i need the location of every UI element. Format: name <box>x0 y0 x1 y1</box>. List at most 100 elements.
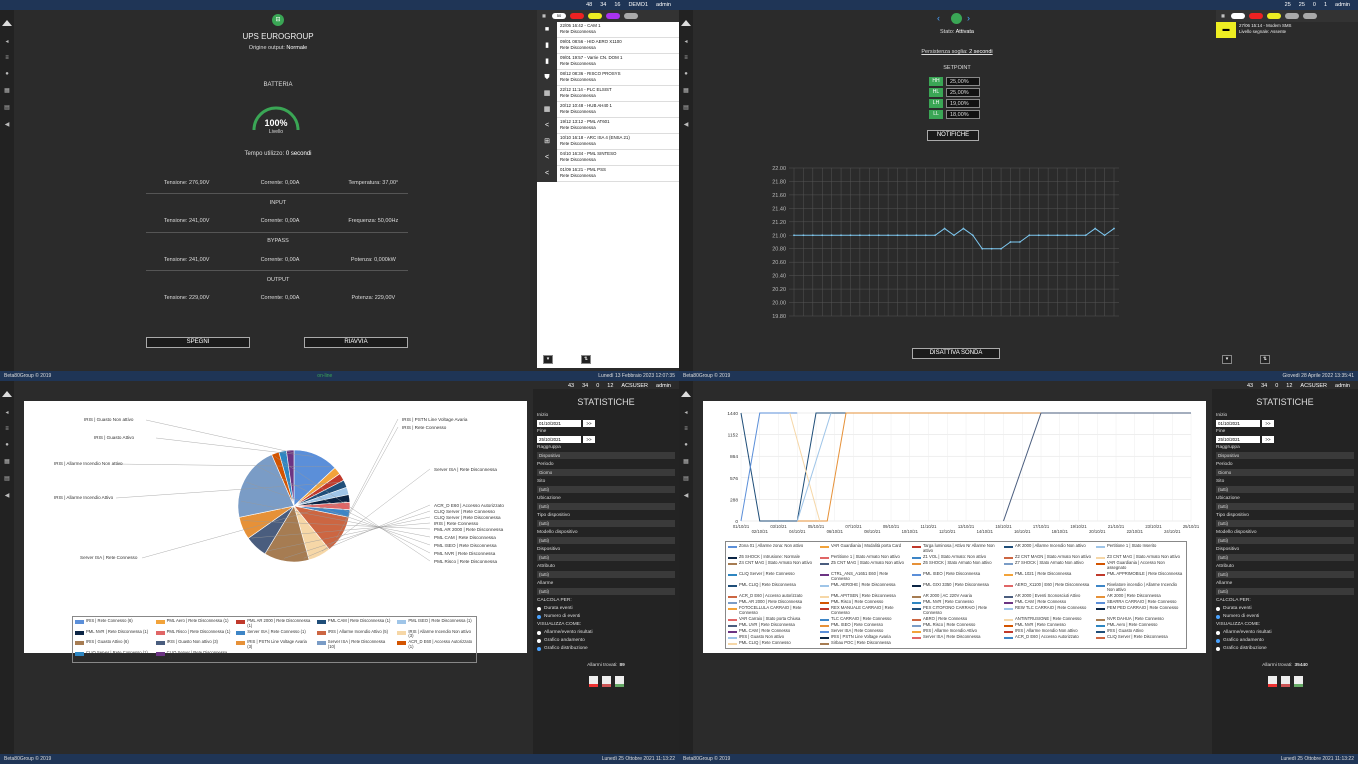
radio-view[interactable]: Grafico andamento <box>537 638 675 643</box>
list-icon[interactable]: ≡ <box>684 55 688 61</box>
camera-icon[interactable]: ● <box>684 71 688 77</box>
next-icon[interactable]: › <box>967 13 970 23</box>
filter-select[interactable]: Giorno <box>537 469 675 476</box>
tab-all[interactable]: 50 <box>552 13 566 19</box>
restart-button[interactable]: RIAVVIA <box>304 337 408 348</box>
radio-duration[interactable]: Durata eventi <box>1216 606 1354 611</box>
user-name[interactable]: DEMO1 <box>628 2 648 8</box>
end-go-button[interactable]: >> <box>1262 436 1274 443</box>
filter-icon[interactable]: ▾ <box>543 355 553 364</box>
tab-all[interactable] <box>1231 13 1245 19</box>
filter-select[interactable]: (tutti) <box>537 537 675 544</box>
print-icon[interactable] <box>601 676 611 687</box>
setpoint-value[interactable]: 18,00% <box>946 110 980 119</box>
filter-select[interactable]: (tutti) <box>1216 588 1354 595</box>
filter-select[interactable]: Dispositivo <box>1216 452 1354 459</box>
list-item[interactable]: <01/09 16:21 - PML PSS Rete Disconnessa <box>537 166 679 182</box>
setpoint-value[interactable]: 25,00% <box>946 88 980 97</box>
filter-select[interactable]: (tutti) <box>1216 486 1354 493</box>
list-item[interactable]: <04/10 16:34 - PML SINTESO Rete Disconnes… <box>537 150 679 166</box>
setpoint-value[interactable]: 25,00% <box>946 77 980 86</box>
radio-view[interactable]: Grafico distribuzione <box>537 646 675 651</box>
tab-calendar[interactable]: ▦ <box>540 13 548 19</box>
list-item[interactable]: ⛊ 08/12 08:36 - RISCO PROSYS Rete Disconne… <box>537 70 679 86</box>
list-icon[interactable]: ≡ <box>5 426 9 432</box>
back-icon[interactable]: ◀ <box>5 492 10 499</box>
back-icon[interactable]: ◀ <box>684 492 689 499</box>
grid-icon[interactable]: ▦ <box>4 458 10 465</box>
notif-count[interactable]: 25 <box>1285 2 1291 8</box>
list-item[interactable]: <19/12 13:12 - PML AT601 Rete Disconnessa <box>537 118 679 134</box>
list-item[interactable]: ▮ 09/01 19:57 - Varrie CN. DOM 1 Rete Disc… <box>537 54 679 70</box>
grid-icon[interactable]: ▦ <box>683 458 689 465</box>
filter-select[interactable]: (tutti) <box>537 503 675 510</box>
notify-button[interactable]: NOTIFICHE <box>927 130 979 141</box>
excel-icon[interactable] <box>1293 676 1303 687</box>
list-icon[interactable]: ≡ <box>684 426 688 432</box>
pdf-icon[interactable] <box>588 676 598 687</box>
setpoint-value[interactable]: 19,00% <box>946 99 980 108</box>
print-icon[interactable] <box>1280 676 1290 687</box>
start-go-button[interactable]: >> <box>583 420 595 427</box>
filter-select[interactable]: Giorno <box>1216 469 1354 476</box>
end-date-input[interactable]: 25/10/2021 <box>537 436 581 443</box>
calendar-icon[interactable]: ▤ <box>683 475 689 482</box>
grid-icon[interactable]: ▦ <box>683 87 689 94</box>
tab-gray[interactable] <box>1303 13 1317 19</box>
notif-count[interactable]: 16 <box>614 2 620 8</box>
back-icon[interactable]: ◀ <box>684 121 689 128</box>
tab-gray[interactable] <box>624 13 638 19</box>
notif-count[interactable]: 48 <box>586 2 592 8</box>
tab-calendar[interactable]: ▦ <box>1219 13 1227 19</box>
filter-select[interactable]: (tutti) <box>1216 520 1354 527</box>
speaker-icon[interactable]: ◂ <box>5 38 8 45</box>
list-item[interactable]: ▦ 22/12 11:14 - PLC ELSIST Rete Disconness… <box>537 86 679 102</box>
radio-view[interactable]: Grafico andamento <box>1216 638 1354 643</box>
tab-red[interactable] <box>1249 13 1263 19</box>
filter-select[interactable]: (tutti) <box>537 520 675 527</box>
filter-select[interactable]: (tutti) <box>1216 554 1354 561</box>
back-icon[interactable]: ◀ <box>5 121 10 128</box>
radio-count[interactable]: Numero di eventi <box>537 614 675 619</box>
filter-select[interactable]: (tutti) <box>537 486 675 493</box>
speaker-icon[interactable]: ◂ <box>684 38 687 45</box>
excel-icon[interactable] <box>614 676 624 687</box>
tab-yellow[interactable] <box>1267 13 1281 19</box>
radio-count[interactable]: Numero di eventi <box>1216 614 1354 619</box>
tab-yellow[interactable] <box>588 13 602 19</box>
admin-link[interactable]: admin <box>656 2 671 8</box>
camera-icon[interactable]: ● <box>684 442 688 448</box>
speaker-icon[interactable]: ◂ <box>684 409 687 416</box>
list-icon[interactable]: ≡ <box>5 55 9 61</box>
notif-count[interactable]: 25 <box>1299 2 1305 8</box>
grid-icon[interactable]: ▦ <box>4 87 10 94</box>
list-item[interactable]: ▬ 27/06 15:14 - Modem SMS Livello segnale… <box>1216 22 1358 38</box>
calendar-icon[interactable]: ▤ <box>683 104 689 111</box>
radio-view[interactable]: Allarme/evento risultati <box>537 630 675 635</box>
speaker-icon[interactable]: ◂ <box>5 409 8 416</box>
list-item[interactable]: ▮ 09/01 08:56 - HID AERO X1100 Rete Discon… <box>537 38 679 54</box>
sort-icon[interactable]: ⇅ <box>1260 355 1270 364</box>
filter-select[interactable]: (tutti) <box>537 571 675 578</box>
start-go-button[interactable]: >> <box>1262 420 1274 427</box>
tab-red[interactable] <box>570 13 584 19</box>
filter-select[interactable]: Dispositivo <box>537 452 675 459</box>
calendar-icon[interactable]: ▤ <box>4 475 10 482</box>
end-date-input[interactable]: 25/10/2021 <box>1216 436 1260 443</box>
calendar-icon[interactable]: ▤ <box>4 104 10 111</box>
list-item[interactable]: ▦ 20/12 10:48 - HUB AH40 1 Rete Disconness… <box>537 102 679 118</box>
shutdown-button[interactable]: SPEGNI <box>146 337 250 348</box>
start-date-input[interactable]: 01/10/2021 <box>537 420 581 427</box>
admin-link[interactable]: admin <box>1335 2 1350 8</box>
disable-probe-button[interactable]: DISATTIVA SONDA <box>912 348 1000 359</box>
tab-gray[interactable] <box>1285 13 1299 19</box>
filter-select[interactable]: (tutti) <box>537 554 675 561</box>
filter-select[interactable]: (tutti) <box>1216 571 1354 578</box>
prev-icon[interactable]: ‹ <box>937 13 940 23</box>
camera-icon[interactable]: ● <box>5 71 9 77</box>
filter-icon[interactable]: ▾ <box>1222 355 1232 364</box>
start-date-input[interactable]: 01/10/2021 <box>1216 420 1260 427</box>
radio-duration[interactable]: Durata eventi <box>537 606 675 611</box>
filter-select[interactable]: (tutti) <box>1216 503 1354 510</box>
filter-select[interactable]: (tutti) <box>537 588 675 595</box>
